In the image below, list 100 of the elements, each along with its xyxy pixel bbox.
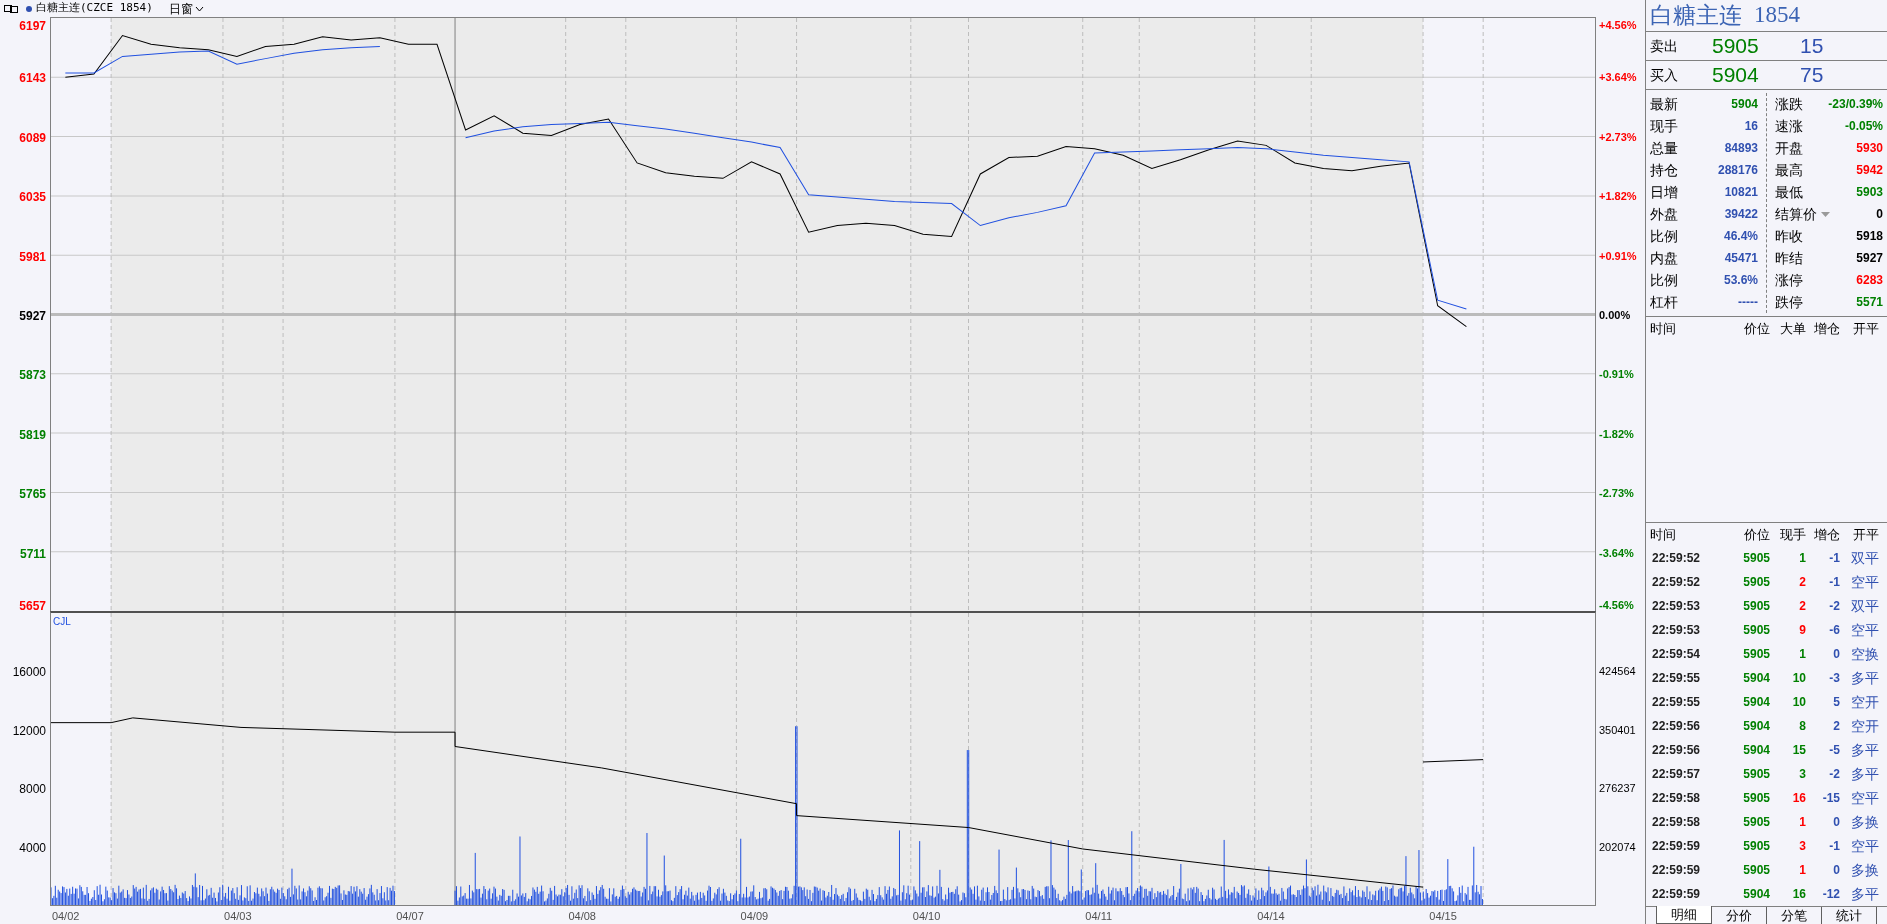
stat-value: -0.05% [1844,118,1883,135]
trade-change: -1 [1828,574,1840,591]
trade-time: 22:59:52 [1651,574,1702,591]
trade-volume: 9 [1798,622,1806,639]
trade-volume: 2 [1798,598,1806,615]
stat-label: 最高 [1775,160,1803,180]
trade-time: 22:59:54 [1651,646,1702,663]
trade-change: -1 [1828,838,1840,855]
percent-axis-label: -2.73% [1599,486,1634,502]
price-axis-label: 5873 [19,367,46,385]
trade-time: 22:59:53 [1651,598,1702,615]
stat-label: 杠杆 [1650,292,1678,312]
trade-volume: 8 [1798,718,1806,735]
trade-price: 5904 [1742,670,1770,687]
stat-value: 84893 [1724,140,1758,157]
stat-value: 5930 [1856,140,1883,157]
date-label: 04/03 [224,909,252,924]
price-axis-label: 5765 [19,486,46,504]
trade-time: 22:59:58 [1651,814,1702,831]
volume-axis-label: 4000 [19,840,46,858]
trade-change: 5 [1832,694,1840,711]
price-axis-label: 5711 [19,545,46,563]
trade-volume: 16 [1791,790,1806,807]
price-axis-label: 6035 [19,189,46,207]
trade-type: 空平 [1850,836,1880,856]
stat-label: 昨收 [1775,226,1803,246]
stat-label: 涨停 [1775,270,1803,290]
trade-type: 多换 [1850,860,1880,880]
order-price: 5905 [1712,33,1760,60]
stat-value: 0 [1876,206,1883,223]
price-axis-label: 5657 [19,598,46,615]
trade-time: 22:59:59 [1651,886,1702,903]
trade-type: 空平 [1850,788,1880,808]
trade-change: 0 [1832,862,1840,879]
trade-change: -6 [1828,622,1840,639]
trade-type: 空换 [1850,644,1880,664]
trade-change: -3 [1828,670,1840,687]
price-axis-label: 6143 [19,70,46,88]
volume-axis-label: 12000 [12,722,46,740]
trade-change: -1 [1828,550,1840,567]
symbol-title: 白糖主连(CZCE 1854) [36,0,153,17]
price-axis-label: 5927 [19,308,46,325]
trade-price: 5905 [1742,838,1770,855]
trade-type: 多平 [1850,668,1880,688]
order-side-label: 买入 [1650,65,1679,85]
stat-label: 昨结 [1775,248,1803,268]
stat-value: 5571 [1856,294,1883,311]
stat-value: 5927 [1856,250,1883,267]
column-header: 价位 [1743,320,1770,339]
percent-axis-label: +0.91% [1599,248,1637,264]
trade-time: 22:59:59 [1651,838,1702,855]
volume-axis-label: 276237 [1599,781,1636,797]
trade-volume: 3 [1798,766,1806,783]
trade-type: 双平 [1850,548,1880,568]
price-axis-label: 6089 [19,129,46,147]
date-label: 04/14 [1257,909,1285,924]
trade-time: 22:59:52 [1651,550,1702,567]
trade-change: 0 [1832,814,1840,831]
stat-value: 53.6% [1723,272,1758,289]
trade-volume: 1 [1798,862,1806,879]
stat-value: 5942 [1856,162,1883,179]
trade-type: 多换 [1850,812,1880,832]
column-header: 开平 [1852,320,1880,339]
trade-change: -15 [1821,790,1840,807]
stat-value: 10821 [1724,184,1758,201]
trade-time: 22:59:55 [1651,670,1702,687]
trade-time: 22:59:55 [1651,694,1702,711]
percent-axis-label: +1.82% [1599,189,1637,205]
trade-time: 22:59:57 [1651,766,1702,783]
trade-time: 22:59:56 [1651,718,1702,735]
stat-label: 跌停 [1775,292,1803,312]
percent-axis-label: -0.91% [1599,367,1634,383]
stat-label: 内盘 [1650,248,1678,268]
indicator-label: CJL [53,615,71,629]
stat-value: 5918 [1856,228,1883,245]
trade-type: 空平 [1850,572,1880,592]
price-axis-label: 5819 [19,426,46,444]
date-label: 04/10 [912,909,941,924]
trade-price: 5905 [1742,766,1770,783]
column-header: 大单 [1779,320,1806,339]
trade-type: 空开 [1850,716,1880,736]
trade-type: 多平 [1850,764,1880,784]
stat-label: 日增 [1650,182,1678,202]
order-side-label: 卖出 [1650,36,1679,56]
column-header: 价位 [1743,525,1770,544]
trade-price: 5905 [1742,646,1770,663]
stat-value: 6283 [1856,272,1883,289]
column-header: 时间 [1650,525,1677,544]
trade-price: 5905 [1742,622,1770,639]
stat-label: 现手 [1650,116,1678,136]
trade-change: 0 [1832,646,1840,663]
date-label: 04/11 [1085,909,1113,924]
volume-axis-label: 8000 [19,781,46,799]
trade-type: 双平 [1850,596,1880,616]
column-header: 开平 [1852,525,1880,544]
trade-time: 22:59:53 [1651,622,1702,639]
percent-axis-label: +2.73% [1599,129,1637,145]
percent-axis-label: 0.00% [1599,308,1631,323]
volume-axis-label: 202074 [1599,840,1636,856]
date-label: 04/15 [1429,909,1457,924]
